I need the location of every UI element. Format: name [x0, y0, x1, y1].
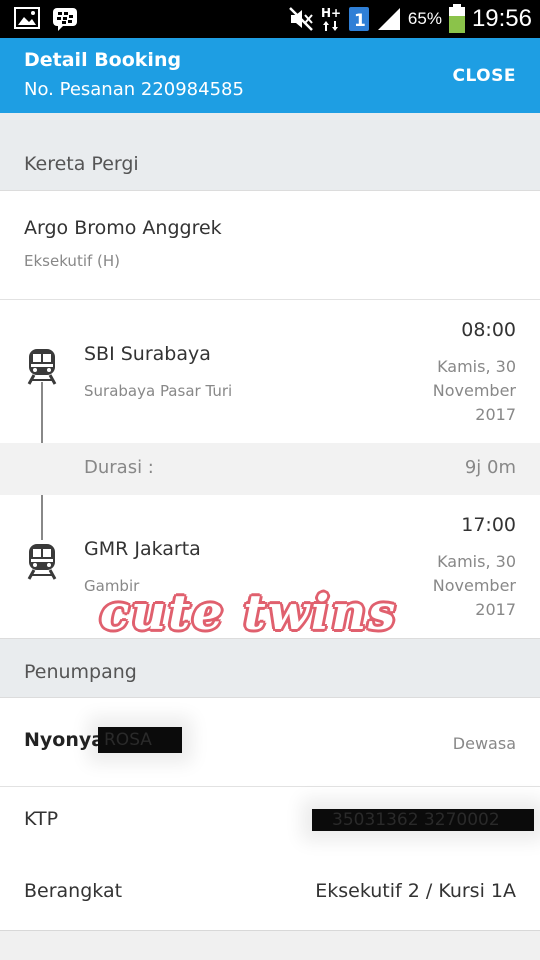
departure-station: SBI Surabaya — [84, 343, 211, 365]
departure-date-year: 2017 — [475, 405, 516, 424]
train-info-card: Argo Bromo Anggrek Eksekutif (H) — [0, 191, 540, 299]
divider — [0, 930, 540, 931]
train-icon — [27, 349, 57, 385]
svg-text:H+: H+ — [321, 6, 341, 20]
mute-icon — [289, 7, 313, 31]
redacted-name-text: ROSA — [104, 730, 152, 750]
duration-row: Durasi : 9j 0m — [0, 443, 540, 495]
departure-station-full: Surabaya Pasar Turi — [84, 382, 233, 400]
battery-percent: 65% — [407, 9, 442, 28]
svg-text:1: 1 — [354, 11, 366, 31]
redacted-name: ROSA — [98, 727, 182, 753]
passenger-title: Nyonya — [24, 729, 105, 751]
section-title-passenger: Penumpang — [24, 661, 137, 683]
passenger-type: Dewasa — [452, 734, 516, 753]
clock: 19:56 — [471, 5, 532, 32]
battery-icon — [448, 4, 465, 33]
watermark: cute twins — [100, 585, 398, 641]
duration-value: 9j 0m — [464, 457, 516, 478]
departure-date-month: November — [432, 381, 516, 400]
arrival-station: GMR Jakarta — [84, 538, 201, 560]
departure-time: 08:00 — [461, 319, 516, 341]
train-class: Eksekutif (H) — [24, 252, 121, 270]
signal-icon — [377, 8, 400, 30]
hplus-data-icon: H+ — [321, 6, 341, 31]
status-bar: H+ 1 65% 19:56 — [0, 0, 540, 38]
train-icon — [27, 544, 57, 580]
id-label: KTP — [24, 808, 59, 830]
seat-value: Eksekutif 2 / Kursi 1A — [315, 880, 516, 902]
section-header-passenger: Penumpang — [0, 638, 540, 698]
page-title: Detail Booking — [24, 49, 182, 71]
app-header: Detail Booking No. Pesanan 220984585 CLO… — [0, 38, 540, 113]
departure-date-day: Kamis, 30 — [437, 357, 516, 376]
bbm-icon — [53, 8, 77, 31]
seat-label: Berangkat — [24, 880, 123, 902]
redacted-id: 35031362 3270002 — [312, 809, 534, 831]
gallery-icon — [14, 7, 40, 29]
sim-1-icon: 1 — [348, 7, 369, 31]
arrival-time: 17:00 — [461, 514, 516, 536]
duration-label: Durasi : — [84, 457, 154, 478]
train-name: Argo Bromo Anggrek — [24, 217, 222, 239]
redacted-id-text: 35031362 3270002 — [332, 810, 500, 830]
arrival-date-day: Kamis, 30 — [437, 552, 516, 571]
section-header-trip: Kereta Pergi — [0, 113, 540, 191]
departure-date: Kamis, 30 November 2017 — [376, 355, 516, 427]
close-button[interactable]: CLOSE — [452, 66, 516, 86]
order-number: No. Pesanan 220984585 — [24, 79, 244, 100]
section-title-trip: Kereta Pergi — [24, 153, 139, 175]
